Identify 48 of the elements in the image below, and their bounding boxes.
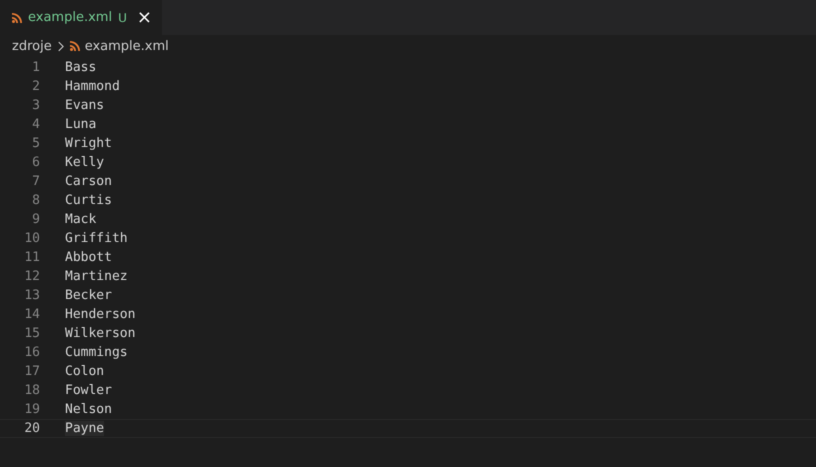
editor-tab[interactable]: example.xml U × xyxy=(0,0,162,35)
rss-icon xyxy=(12,12,22,22)
code-line: Curtis xyxy=(65,193,112,208)
code-line: Henderson xyxy=(65,307,136,322)
code-line: Abbott xyxy=(65,250,112,265)
line-number: 8 xyxy=(31,193,40,208)
line-number: 7 xyxy=(31,174,40,189)
code-line: Martinez xyxy=(65,269,128,284)
line-number: 20 xyxy=(23,421,40,436)
line-number: 3 xyxy=(31,98,40,113)
breadcrumb-item[interactable]: zdroje xyxy=(12,38,52,54)
line-number: 4 xyxy=(31,117,40,132)
code-line: Mack xyxy=(65,212,96,227)
code-line: Evans xyxy=(65,98,104,113)
line-number: 15 xyxy=(23,326,40,341)
line-number: 11 xyxy=(23,250,40,265)
code-line: Griffith xyxy=(65,231,128,246)
code-line: Kelly xyxy=(65,155,104,170)
line-number: 6 xyxy=(31,155,40,170)
rss-icon xyxy=(70,41,80,51)
line-number: 9 xyxy=(31,212,40,227)
line-number: 1 xyxy=(31,60,40,75)
breadcrumb-item[interactable]: example.xml xyxy=(84,38,169,54)
line-number: 14 xyxy=(23,307,40,322)
code-line: Cummings xyxy=(65,345,128,360)
line-number: 18 xyxy=(23,383,40,398)
code-line: Becker xyxy=(65,288,112,303)
code-line: Nelson xyxy=(65,402,112,417)
line-number: 5 xyxy=(31,136,40,151)
code-line: Hammond xyxy=(65,79,120,94)
code-line: Fowler xyxy=(65,383,112,398)
line-number: 13 xyxy=(23,288,40,303)
chevron-icon xyxy=(56,40,64,52)
code-line: Wilkerson xyxy=(65,326,136,341)
line-number: 2 xyxy=(31,79,40,94)
code-line: Wright xyxy=(65,136,112,151)
code-line: Carson xyxy=(65,174,112,189)
line-number: 12 xyxy=(23,269,40,284)
code-line: Colon xyxy=(65,364,104,379)
line-number: 17 xyxy=(23,364,40,379)
tab-label: example.xml xyxy=(28,10,112,25)
line-number: 10 xyxy=(23,231,40,246)
git-status: U xyxy=(118,10,127,24)
code-line: Bass xyxy=(65,60,96,75)
code-line: Luna xyxy=(65,117,96,132)
line-number: 16 xyxy=(23,345,40,360)
line-number: 19 xyxy=(23,402,40,417)
close-icon[interactable]: × xyxy=(136,8,152,26)
